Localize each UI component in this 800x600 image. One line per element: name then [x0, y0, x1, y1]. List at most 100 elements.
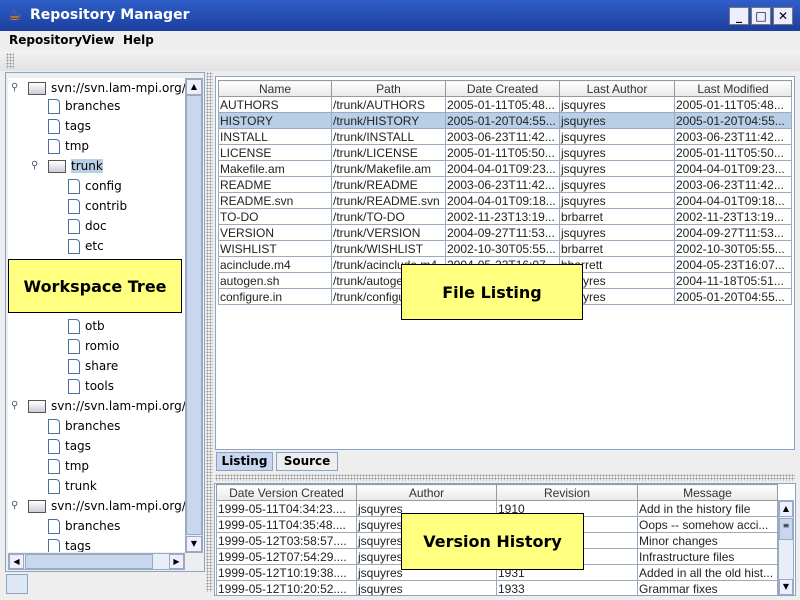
tree-expander-icon[interactable]: ⚲ — [11, 397, 18, 415]
table-cell: Makefile.am — [218, 160, 332, 177]
tree-hscroll-thumb[interactable] — [25, 554, 153, 569]
tree-scroll-thumb[interactable] — [186, 95, 202, 535]
file-listing-panel: Name Path Date Created Last Author Last Modi… — [215, 76, 795, 450]
tree-tab[interactable] — [6, 574, 28, 594]
table-row[interactable]: LICENSE/trunk/LICENSE 2005-01-11T05:50...… — [218, 144, 792, 161]
tree-node[interactable]: ⚲ svn://svn.lam-mpi.org/trill — [11, 497, 185, 515]
tree-node[interactable]: tags — [48, 437, 91, 455]
tab-listing[interactable]: Listing — [216, 452, 273, 471]
table-cell: jsquyres — [356, 580, 497, 595]
table-cell: 2003-06-23T11:42... — [445, 128, 560, 145]
file-icon — [48, 119, 60, 134]
table-cell: /trunk/HISTORY — [331, 112, 446, 129]
table-cell: /trunk/README.svn — [331, 192, 446, 209]
tree-node[interactable]: tools — [68, 377, 114, 395]
column-header[interactable]: Revision — [496, 484, 638, 501]
column-header[interactable]: Date Created — [445, 80, 560, 97]
table-cell: 2004-11-18T05:51... — [674, 272, 792, 289]
history-vertical-scrollbar[interactable]: ▲ ≡ ▼ — [778, 500, 794, 595]
tree-node-label: contrib — [85, 199, 128, 213]
table-row[interactable]: VERSION/trunk/VERSION 2004-09-27T11:53...… — [218, 224, 792, 241]
tree-node[interactable]: branches — [48, 517, 120, 535]
table-cell: Added in all the old hist... — [637, 564, 778, 581]
scroll-up-arrow-icon[interactable]: ▲ — [779, 501, 793, 517]
column-header[interactable]: Author — [356, 484, 497, 501]
tree-expander-icon[interactable]: ⚲ — [11, 497, 18, 515]
menu-view[interactable]: View — [82, 33, 114, 47]
tree-node-label: svn://svn.lam-mpi.org/trill — [51, 81, 185, 95]
scroll-down-arrow-icon[interactable]: ▼ — [779, 579, 793, 595]
file-icon — [48, 99, 60, 114]
version-history-callout: Version History — [401, 513, 584, 570]
tree-node[interactable]: trunk — [48, 477, 97, 495]
tab-source[interactable]: Source — [276, 452, 338, 471]
toolbar-grip[interactable] — [6, 53, 14, 69]
tree-node[interactable]: romio — [68, 337, 119, 355]
tree-node[interactable]: ⚲ trunk — [31, 157, 103, 175]
tree-horizontal-scrollbar[interactable]: ◀ ▶ — [8, 553, 185, 570]
table-row[interactable]: 1999-05-12T10:20:52.... jsquyres 1933 Gramm… — [216, 580, 778, 595]
tree-node[interactable]: contrib — [68, 197, 127, 215]
table-row[interactable]: INSTALL/trunk/INSTALL 2003-06-23T11:42...… — [218, 128, 792, 145]
scroll-down-arrow-icon[interactable]: ▼ — [186, 536, 202, 552]
table-row[interactable]: README.svn/trunk/README.svn 2004-04-01T09… — [218, 192, 792, 209]
table-cell: 1999-05-11T04:34:23.... — [216, 500, 357, 517]
table-cell: 2005-01-20T04:55... — [674, 112, 792, 129]
tree-node[interactable]: etc — [68, 237, 104, 255]
column-header[interactable]: Name — [218, 80, 332, 97]
menu-repository[interactable]: Repository — [9, 33, 82, 47]
horizontal-splitter[interactable] — [215, 474, 795, 481]
history-scroll-thumb[interactable]: ≡ — [779, 518, 793, 540]
tree-node[interactable]: tmp — [48, 457, 89, 475]
workspace-tree[interactable]: ⚲ svn://svn.lam-mpi.org/trill branches tags… — [8, 78, 185, 552]
tree-node[interactable]: tags — [48, 117, 91, 135]
tree-node[interactable]: ⚲ svn://svn.lam-mpi.org/trill — [11, 397, 185, 415]
tree-node-label: trunk — [65, 479, 97, 493]
scroll-up-arrow-icon[interactable]: ▲ — [186, 79, 202, 95]
column-header[interactable]: Message — [637, 484, 778, 501]
table-row[interactable]: TO-DO/trunk/TO-DO 2002-11-23T13:19... brba… — [218, 208, 792, 225]
table-cell: autogen.sh — [218, 272, 332, 289]
menu-help[interactable]: Help — [123, 33, 154, 47]
tree-expander-icon[interactable]: ⚲ — [11, 79, 18, 97]
tree-node[interactable]: config — [68, 177, 122, 195]
minimize-button[interactable]: _ — [729, 7, 749, 25]
tree-node[interactable]: ⚲ svn://svn.lam-mpi.org/trill — [11, 79, 185, 97]
file-icon — [48, 459, 60, 474]
scroll-right-arrow-icon[interactable]: ▶ — [169, 554, 184, 569]
table-row[interactable]: Makefile.am/trunk/Makefile.am 2004-04-01T… — [218, 160, 792, 177]
scroll-left-arrow-icon[interactable]: ◀ — [9, 554, 24, 569]
table-cell: INSTALL — [218, 128, 332, 145]
table-cell: LICENSE — [218, 144, 332, 161]
tree-node[interactable]: branches — [48, 417, 120, 435]
table-row[interactable]: WISHLIST/trunk/WISHLIST 2002-10-30T05:55.… — [218, 240, 792, 257]
file-icon — [68, 379, 80, 394]
tree-node-label: tools — [85, 379, 114, 393]
tree-node[interactable]: otb — [68, 317, 105, 335]
vertical-splitter[interactable] — [206, 72, 213, 592]
table-row[interactable]: AUTHORS/trunk/AUTHORS 2005-01-11T05:48...… — [218, 96, 792, 113]
column-header[interactable]: Path — [331, 80, 446, 97]
maximize-button[interactable]: □ — [751, 7, 771, 25]
title-bar: ☕ Repository Manager _ □ ✕ — [0, 0, 800, 31]
table-row[interactable]: README/trunk/README 2003-06-23T11:42... js… — [218, 176, 792, 193]
file-icon — [68, 339, 80, 354]
table-cell: /trunk/AUTHORS — [331, 96, 446, 113]
folder-icon — [28, 400, 46, 413]
tree-node[interactable]: share — [68, 357, 118, 375]
tree-node[interactable]: branches — [48, 97, 120, 115]
column-header[interactable]: Date Version Created — [216, 484, 357, 501]
tree-expander-icon[interactable]: ⚲ — [31, 157, 38, 175]
table-row[interactable]: HISTORY/trunk/HISTORY 2005-01-20T04:55...… — [218, 112, 792, 129]
column-header[interactable]: Last Modified — [674, 80, 792, 97]
tree-node-label: svn://svn.lam-mpi.org/trill — [51, 399, 185, 413]
table-cell: 2002-11-23T13:19... — [445, 208, 560, 225]
tree-node[interactable]: tmp — [48, 137, 89, 155]
tree-vertical-scrollbar[interactable]: ▲ ▼ — [185, 78, 203, 553]
table-cell: 2004-09-27T11:53... — [674, 224, 792, 241]
tree-node[interactable]: doc — [68, 217, 107, 235]
column-header[interactable]: Last Author — [559, 80, 675, 97]
table-cell: 2003-06-23T11:42... — [674, 128, 792, 145]
close-button[interactable]: ✕ — [773, 7, 793, 25]
tree-node[interactable]: tags — [48, 537, 91, 552]
